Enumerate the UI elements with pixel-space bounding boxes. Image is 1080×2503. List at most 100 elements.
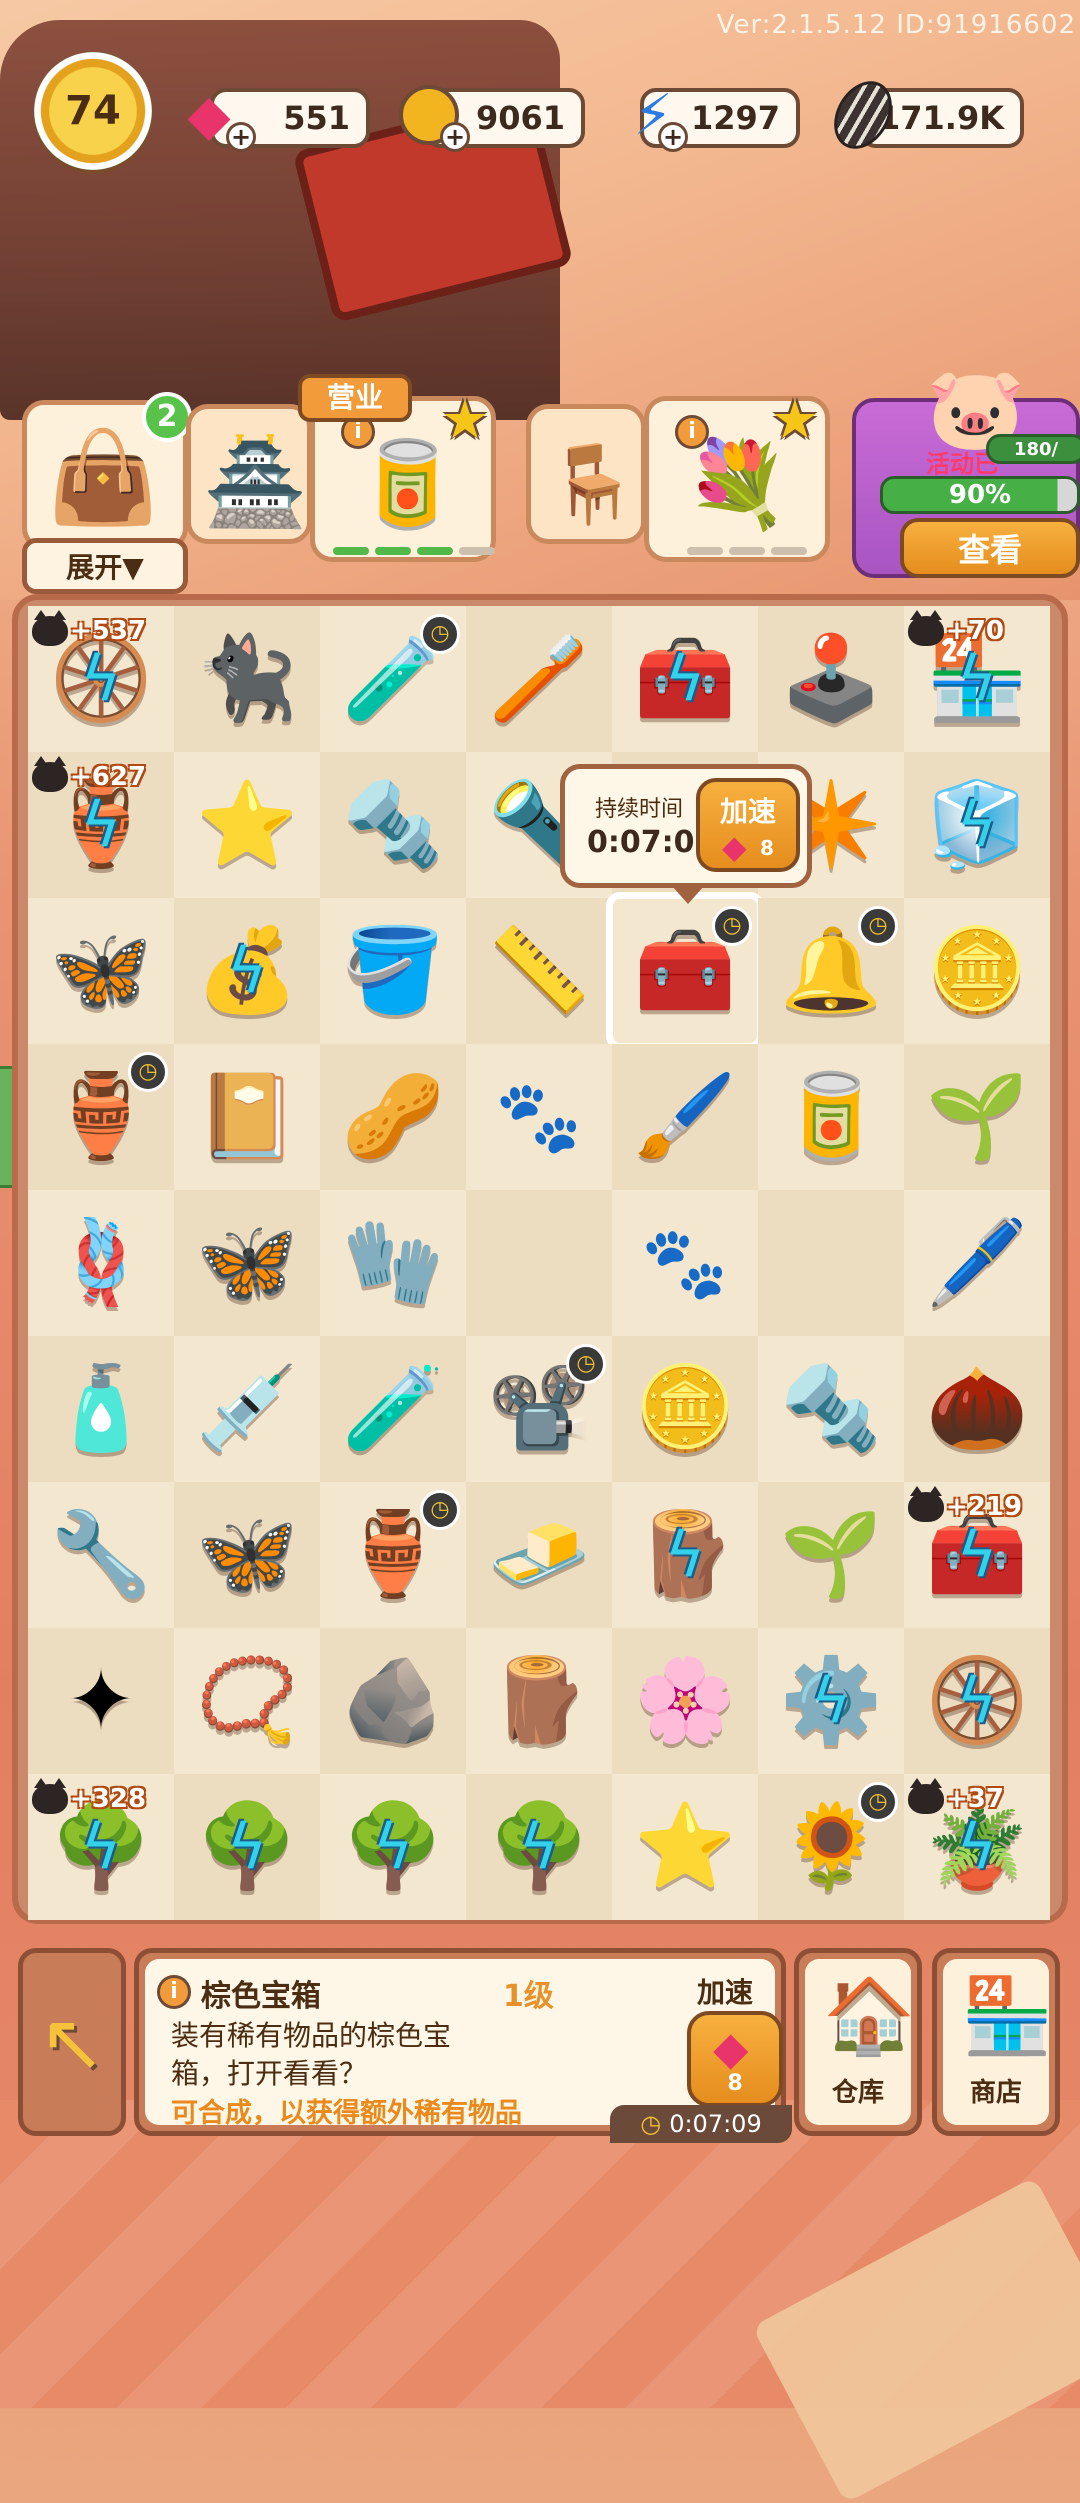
board-cell[interactable]: 📔 (174, 1044, 320, 1190)
merge-item-icon: 🧈 (487, 1507, 591, 1602)
progress-segment (459, 547, 495, 555)
board-cell[interactable]: 🐾 (612, 1190, 758, 1336)
item-info-inner: i 棕色宝箱 1级 装有稀有物品的棕色宝箱，打开看看？ 可合成，以获得额外稀有物… (145, 1959, 792, 2143)
board-cell[interactable]: 🧪 (320, 1336, 466, 1482)
merge-item-icon: 🪵 (487, 1653, 591, 1748)
tooltip-arrow (672, 886, 704, 904)
board-cell[interactable]: 🪵 (466, 1628, 612, 1774)
player-level-badge[interactable]: 74 (34, 52, 152, 170)
energy-bolt-icon: ϟ (80, 1810, 122, 1883)
board-cell[interactable]: 🌻 ◷ (758, 1774, 904, 1920)
board-cell[interactable]: 🪨 (320, 1628, 466, 1774)
board-cell[interactable]: 🛞 ϟ (904, 1628, 1050, 1774)
board-cell[interactable]: 🔩 (320, 752, 466, 898)
energy-bolt-icon: ϟ (80, 788, 122, 861)
board-cell[interactable]: 🧰 ◷ (606, 892, 764, 1050)
progress-segment (333, 547, 369, 555)
back-arrow-button[interactable]: ↖ (18, 1948, 126, 2136)
board-cell[interactable]: 🌱 (904, 1044, 1050, 1190)
cat-icon (908, 1486, 944, 1522)
board-cell[interactable]: 🪵 ϟ (612, 1482, 758, 1628)
board-cell[interactable]: 🏺 ◷ (320, 1482, 466, 1628)
board-cell[interactable]: 🌳 ϟ +328 (28, 1774, 174, 1920)
board-cell[interactable]: 🌰 (904, 1336, 1050, 1482)
board-cell[interactable]: 📿 (174, 1628, 320, 1774)
board-cell[interactable]: 🧤 (320, 1190, 466, 1336)
board-cell[interactable]: 🦋 (174, 1190, 320, 1336)
shop-button[interactable]: 🏪 商店 (932, 1948, 1060, 2136)
cat-reward-value: +627 (70, 762, 147, 792)
energy-bolt-icon: ϟ (956, 1518, 998, 1591)
board-cell[interactable] (466, 1190, 612, 1336)
energy-bolt-icon: ϟ (226, 934, 268, 1007)
expand-orders-button[interactable]: 展开▼ (22, 538, 188, 594)
merge-item-icon: 🧤 (341, 1215, 445, 1310)
board-cell[interactable]: 🐾 (466, 1044, 612, 1190)
shop-building-card[interactable]: 🏯 (186, 404, 312, 544)
board-cell[interactable]: 🕹️ (758, 606, 904, 752)
bench-order-card[interactable]: 🪑 (526, 404, 646, 544)
cat-icon (32, 1778, 68, 1814)
merge-item-icon: 🪙 (633, 1361, 737, 1456)
board-cell[interactable]: 🔔 ◷ (758, 898, 904, 1044)
board-cell[interactable]: 🪣 (320, 898, 466, 1044)
board-cell[interactable]: 💉 (174, 1336, 320, 1482)
board-cell[interactable]: ⭐ (174, 752, 320, 898)
merge-item-icon: 🦋 (49, 923, 153, 1018)
view-activity-button[interactable]: 查看 (900, 518, 1080, 578)
board-cell[interactable]: 🪥 (466, 606, 612, 752)
board-cell[interactable]: 🪙 (612, 1336, 758, 1482)
add-coins-button[interactable]: + (440, 122, 470, 152)
info-icon[interactable]: i (157, 1975, 191, 2009)
tooltip-speedup-button[interactable]: 加速 ◆ 8 (696, 778, 800, 872)
board-cell[interactable]: 📏 (466, 898, 612, 1044)
merge-item-icon: 🪨 (341, 1653, 445, 1748)
board-cell[interactable]: 🌸 (612, 1628, 758, 1774)
board-cell[interactable]: 🛞 ϟ +537 (28, 606, 174, 752)
board-cell[interactable]: 📽️ ◷ (466, 1336, 612, 1482)
board-cell[interactable]: 🌱 (758, 1482, 904, 1628)
board-cell[interactable]: 🧊 ϟ (904, 752, 1050, 898)
board-cell[interactable]: 🔩 (758, 1336, 904, 1482)
warehouse-button[interactable]: 🏠 仓库 (794, 1948, 922, 2136)
board-cell[interactable]: 🏺 ◷ (28, 1044, 174, 1190)
add-energy-button[interactable]: + (658, 122, 688, 152)
energy-bolt-icon: ϟ (80, 642, 122, 715)
board-cell[interactable]: 🌳 ϟ (320, 1774, 466, 1920)
board-cell[interactable]: ✦ (28, 1628, 174, 1774)
board-cell[interactable]: 🖌️ (612, 1044, 758, 1190)
board-cell[interactable]: 💰 ϟ (174, 898, 320, 1044)
board-cell[interactable]: 🧰 ϟ +219 (904, 1482, 1050, 1628)
item-speedup-button[interactable]: ◆ 8 (687, 2011, 783, 2107)
board-cell[interactable]: 🏺 ϟ +627 (28, 752, 174, 898)
board-cell[interactable]: 🪢 (28, 1190, 174, 1336)
shop-icon: 🏪 (961, 1973, 1054, 2059)
board-cell[interactable]: 🪙 (904, 898, 1050, 1044)
item-level: 1级 (503, 1979, 554, 2014)
board-cell[interactable]: 🦋 (28, 898, 174, 1044)
board-cell[interactable]: 🧈 (466, 1482, 612, 1628)
board-cell[interactable]: 🌳 ϟ (466, 1774, 612, 1920)
speedup-cost: 8 (727, 2071, 743, 2096)
board-cell[interactable]: ⭐ (612, 1774, 758, 1920)
timer-icon: ◷ (858, 906, 898, 946)
board-cell[interactable]: 🖊️ (904, 1190, 1050, 1336)
merge-item-icon: 🖊️ (925, 1215, 1029, 1310)
merge-item-icon: 🐈‍⬛ (195, 631, 299, 726)
board-cell[interactable]: 🧪 ◷ (320, 606, 466, 752)
add-gems-button[interactable]: + (226, 122, 256, 152)
board-cell[interactable]: 🦋 (174, 1482, 320, 1628)
board-cell[interactable]: 🏪 ϟ +70 (904, 606, 1050, 752)
board-cell[interactable]: 🧰 ϟ (612, 606, 758, 752)
board-cell[interactable]: ⚙️ ϟ (758, 1628, 904, 1774)
board-cell[interactable]: 🌳 ϟ (174, 1774, 320, 1920)
board-cell[interactable]: 🥫 (758, 1044, 904, 1190)
board-cell[interactable]: 🪴 ϟ +37 (904, 1774, 1050, 1920)
item-timer-value: 0:07:09 (669, 2110, 762, 2138)
board-cell[interactable] (758, 1190, 904, 1336)
board-cell[interactable]: 🐈‍⬛ (174, 606, 320, 752)
board-cell[interactable]: 🔧 (28, 1482, 174, 1628)
board-cell[interactable]: 🥜 (320, 1044, 466, 1190)
board-cell[interactable]: 🧴 (28, 1336, 174, 1482)
item-name: 棕色宝箱 (201, 1979, 321, 2014)
